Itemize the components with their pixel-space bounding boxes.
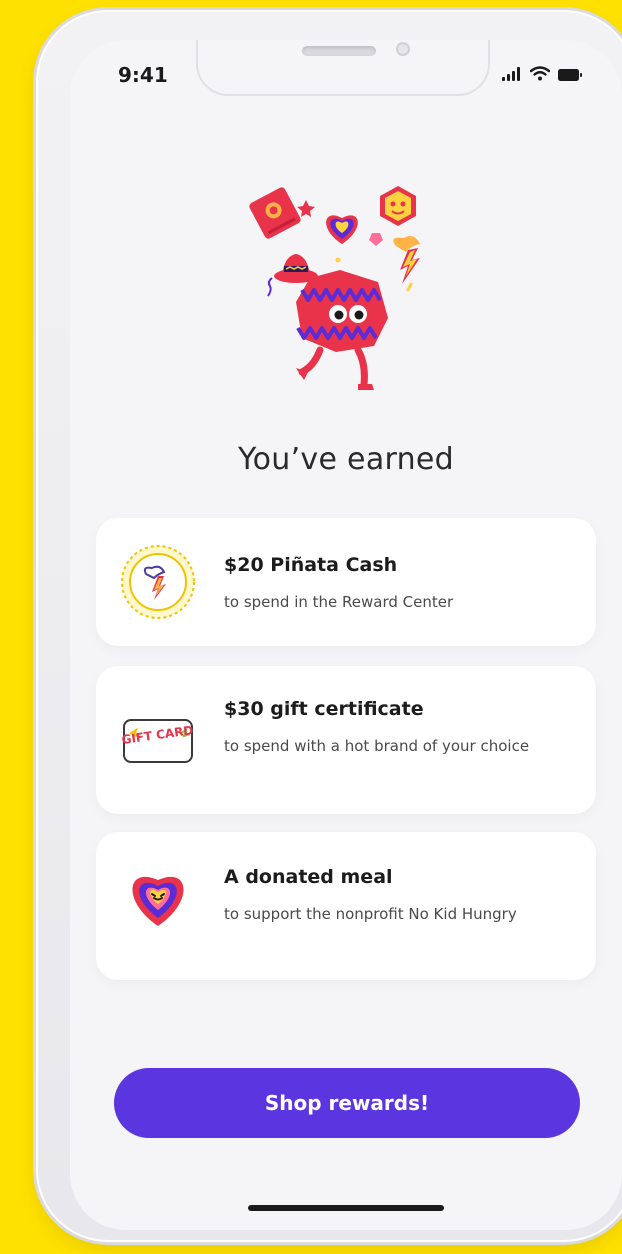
battery-icon: [558, 66, 582, 85]
reward-title: $30 gift certificate: [224, 698, 424, 720]
smiley-badge-icon: [380, 186, 416, 226]
reward-card-pinata-cash: $20 Piñata Cash to spend in the Reward C…: [96, 518, 596, 646]
reward-card-donated-meal: A donated meal to support the nonprofit …: [96, 832, 596, 980]
home-indicator[interactable]: [248, 1205, 444, 1211]
shop-rewards-button[interactable]: Shop rewards!: [114, 1068, 580, 1138]
signal-icon: [502, 66, 522, 85]
pinata-rewards-illustration: [240, 178, 440, 398]
front-camera: [396, 42, 410, 56]
reward-subtitle: to support the nonprofit No Kid Hungry: [224, 905, 517, 923]
speaker-grille: [302, 46, 376, 56]
reward-subtitle: to spend with a hot brand of your choice: [224, 737, 530, 755]
pinata-character-icon: [296, 270, 388, 390]
reward-title: A donated meal: [224, 866, 393, 888]
gift-card-icon: GIFT CARD: [118, 700, 198, 780]
wifi-icon: [529, 66, 551, 85]
heart-icon: [326, 215, 358, 244]
pinata-cash-coin-icon: [118, 542, 198, 622]
reward-card-gift-certificate: GIFT CARD $30 gift certificate to spend …: [96, 666, 596, 814]
reward-subtitle: to spend in the Reward Center: [224, 593, 454, 611]
ticket-icon: [249, 187, 301, 239]
status-icons: [502, 66, 582, 85]
heart-icon: [118, 856, 198, 936]
reward-title: $20 Piñata Cash: [224, 554, 398, 576]
page-title: You’ve earned: [237, 442, 455, 477]
winged-lightning-icon: [393, 236, 420, 284]
status-time: 9:41: [118, 63, 168, 87]
